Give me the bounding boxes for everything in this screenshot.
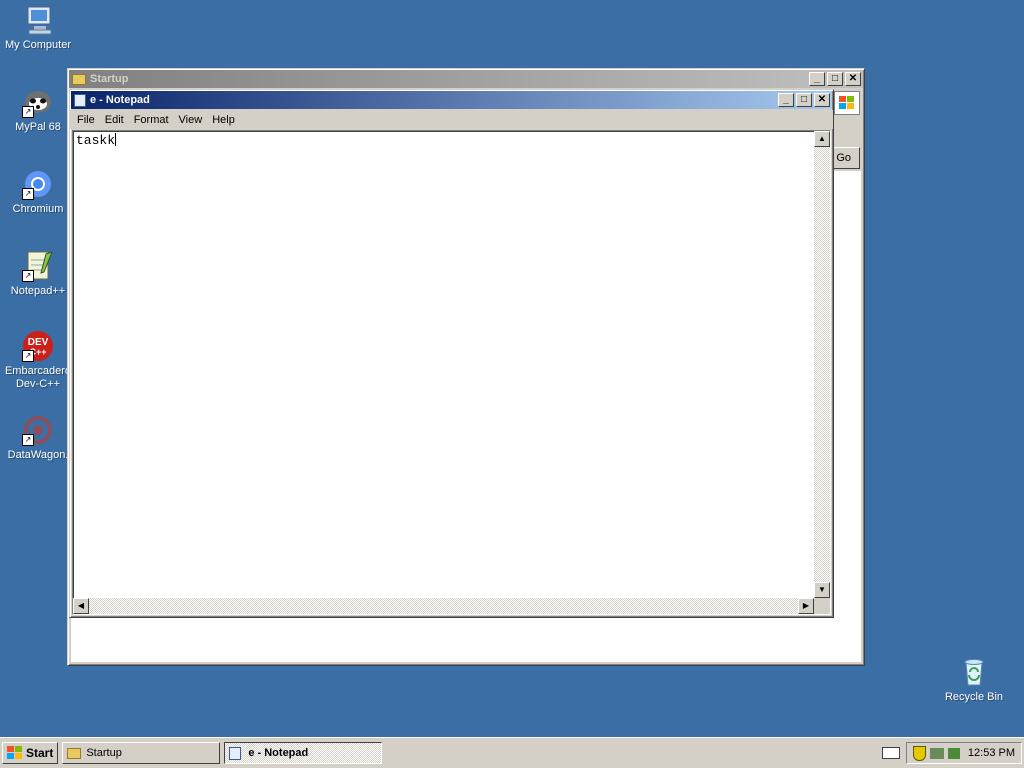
- start-button[interactable]: Start: [2, 742, 59, 764]
- chromium-icon: ↗: [22, 168, 54, 200]
- taskbar-button-notepad[interactable]: e - Notepad: [224, 742, 383, 764]
- desktop-icon-label: Embarcadero Dev-C++: [4, 365, 72, 390]
- editor-text: taskk: [76, 133, 117, 148]
- desktop-icon-label: Chromium: [12, 203, 64, 215]
- menu-view[interactable]: View: [174, 114, 208, 126]
- shortcut-arrow-icon: ↗: [22, 188, 34, 200]
- menu-format[interactable]: Format: [129, 114, 174, 126]
- resize-grip-icon[interactable]: [814, 598, 830, 614]
- devcpp-icon: DEV C++ ↗: [22, 330, 54, 362]
- notepad-titlebar[interactable]: e - Notepad _ □ ✕: [71, 91, 832, 109]
- shortcut-arrow-icon: ↗: [22, 434, 34, 446]
- close-button[interactable]: ✕: [845, 72, 861, 86]
- windows-logo-icon: [834, 91, 860, 115]
- window-title: Startup: [90, 73, 129, 85]
- desktop-icon-label: DataWagon.: [7, 449, 69, 461]
- task-label: Startup: [86, 747, 122, 759]
- windows-logo-icon: [7, 746, 22, 759]
- desktop-icon-chromium[interactable]: ↗ Chromium: [0, 168, 76, 216]
- task-label: e - Notepad: [248, 747, 309, 759]
- minimize-button[interactable]: _: [809, 72, 825, 86]
- text-editor[interactable]: taskk ▲ ▼ ◀ ▶: [72, 130, 831, 615]
- mypal-icon: ↗: [22, 86, 54, 118]
- desktop-icon-devcpp[interactable]: DEV C++ ↗ Embarcadero Dev-C++: [0, 330, 76, 391]
- startup-titlebar[interactable]: Startup _ □ ✕: [69, 70, 863, 88]
- desktop-icon-notepadpp[interactable]: ↗ Notepad++: [0, 250, 76, 298]
- maximize-button[interactable]: □: [827, 72, 843, 86]
- taskbar: Start Startup e - Notepad 12:53 PM: [0, 737, 1024, 768]
- desktop-icon-label: Recycle Bin: [944, 691, 1004, 703]
- system-tray: 12:53 PM: [906, 742, 1022, 764]
- desktop-icon-datawagon[interactable]: ↗ DataWagon.: [0, 414, 76, 462]
- scroll-right-button[interactable]: ▶: [798, 598, 814, 614]
- desktop-icon-mypal[interactable]: ↗ MyPal 68: [0, 86, 76, 134]
- menu-bar: File Edit Format View Help: [70, 110, 833, 129]
- shortcut-arrow-icon: ↗: [22, 270, 34, 282]
- scroll-up-button[interactable]: ▲: [814, 131, 830, 147]
- my-computer-icon: [22, 4, 54, 36]
- datawagon-icon: ↗: [22, 414, 54, 446]
- notepadpp-icon: ↗: [22, 250, 54, 282]
- notepad-icon: [229, 746, 242, 760]
- vertical-scrollbar[interactable]: ▲ ▼: [814, 131, 830, 598]
- taskbar-button-startup[interactable]: Startup: [62, 742, 221, 764]
- recycle-bin-icon: [958, 656, 990, 688]
- menu-file[interactable]: File: [72, 114, 100, 126]
- text-caret: [115, 133, 117, 146]
- desktop-icon-recycle-bin[interactable]: Recycle Bin: [936, 656, 1012, 704]
- desktop-icon-label: MyPal 68: [15, 121, 61, 133]
- editor-content: taskk: [76, 133, 116, 148]
- go-button[interactable]: Go: [832, 147, 860, 169]
- minimize-button[interactable]: _: [778, 93, 794, 107]
- scroll-down-button[interactable]: ▼: [814, 582, 830, 598]
- clock[interactable]: 12:53 PM: [968, 747, 1015, 759]
- desktop-icon-label: My Computer: [4, 39, 72, 51]
- volume-icon[interactable]: [947, 747, 960, 759]
- shortcut-arrow-icon: ↗: [22, 350, 34, 362]
- desktop-icon-label: Notepad++: [10, 285, 66, 297]
- scroll-left-button[interactable]: ◀: [73, 598, 89, 614]
- menu-edit[interactable]: Edit: [100, 114, 129, 126]
- folder-icon: [67, 747, 82, 759]
- start-label: Start: [26, 746, 54, 760]
- horizontal-scrollbar[interactable]: ◀ ▶: [73, 598, 814, 614]
- desktop-icon-my-computer[interactable]: My Computer: [0, 4, 76, 52]
- folder-icon: [72, 73, 86, 85]
- maximize-button[interactable]: □: [796, 93, 812, 107]
- notepad-window[interactable]: e - Notepad _ □ ✕ File Edit Format View …: [69, 89, 834, 618]
- shortcut-arrow-icon: ↗: [22, 106, 34, 118]
- shield-icon[interactable]: [912, 745, 926, 761]
- close-button[interactable]: ✕: [814, 93, 830, 107]
- notepad-icon: [74, 93, 86, 107]
- window-title: e - Notepad: [90, 94, 150, 106]
- keyboard-icon[interactable]: [882, 747, 900, 759]
- network-icon[interactable]: [929, 747, 944, 759]
- menu-help[interactable]: Help: [207, 114, 240, 126]
